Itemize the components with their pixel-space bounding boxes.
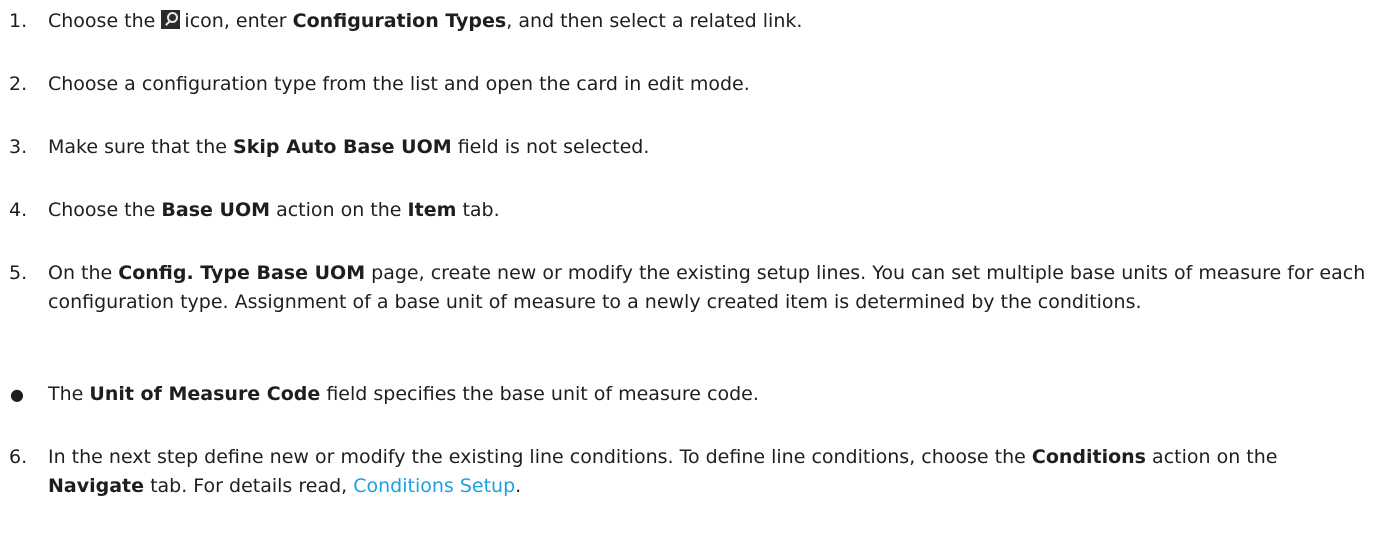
bold-term: Item [407,199,457,221]
text-fragment: Choose the [48,10,156,32]
text-fragment: field is not selected. [457,136,650,158]
bullet-marker: ● [10,385,24,404]
step-text: In the next step define new or modify th… [48,443,1368,501]
step-2: 2. Choose a configuration type from the … [0,70,1370,99]
text-fragment: In the next step define new or modify th… [48,446,1026,468]
text-fragment: action on the [276,199,402,221]
step-number: 2. [9,73,28,95]
text-fragment: tab. For details read, [150,475,348,497]
step-text: Choose a configuration type from the lis… [48,70,1368,99]
step-number: 3. [9,136,28,158]
text-fragment: The [48,383,84,405]
conditions-setup-link[interactable]: Conditions Setup [353,475,515,497]
step-6: 6. In the next step define new or modify… [0,443,1370,501]
step-text: Choose the Base UOM action on the Item t… [48,196,1368,225]
instructions-document: 1. Choose the icon, enter Configuration … [0,0,1385,536]
step-1: 1. Choose the icon, enter Configuration … [0,7,1370,36]
text-fragment: On the [48,262,113,284]
text-fragment: field specifies the base unit of measure… [326,383,759,405]
text-fragment: Choose the [48,199,156,221]
step-number: 1. [9,10,28,32]
text-fragment: tab. [462,199,500,221]
step-4: 4. Choose the Base UOM action on the Ite… [0,196,1370,225]
bold-term: Base UOM [161,199,271,221]
bold-term: Conditions [1031,446,1146,468]
text-fragment: action on the [1152,446,1278,468]
text-fragment: Make sure that the [48,136,227,158]
bold-term: Skip Auto Base UOM [233,136,452,158]
step-3: 3. Make sure that the Skip Auto Base UOM… [0,133,1370,162]
text-fragment: . [515,475,522,497]
step-number: 4. [9,199,28,221]
text-fragment: , and then select a related link. [506,10,803,32]
step-text: Make sure that the Skip Auto Base UOM fi… [48,133,1368,162]
bold-term: Unit of Measure Code [89,383,321,405]
text-fragment: icon, enter [184,10,287,32]
step-number: 5. [9,262,28,284]
bold-term: Config. Type Base UOM [118,262,366,284]
step-number: 6. [9,446,28,468]
bullet-text: The Unit of Measure Code field specifies… [48,380,1368,409]
step-text: Choose the icon, enter Configuration Typ… [48,7,1368,36]
bold-term: Navigate [48,475,145,497]
search-icon [161,10,181,29]
bullet-item: ● The Unit of Measure Code field specifi… [0,380,1370,409]
step-5: 5. On the Config. Type Base UOM page, cr… [0,259,1370,317]
text-fragment: Choose a configuration type from the lis… [48,73,750,95]
step-text: On the Config. Type Base UOM page, creat… [48,259,1368,317]
bold-term: Configuration Types [292,10,507,32]
